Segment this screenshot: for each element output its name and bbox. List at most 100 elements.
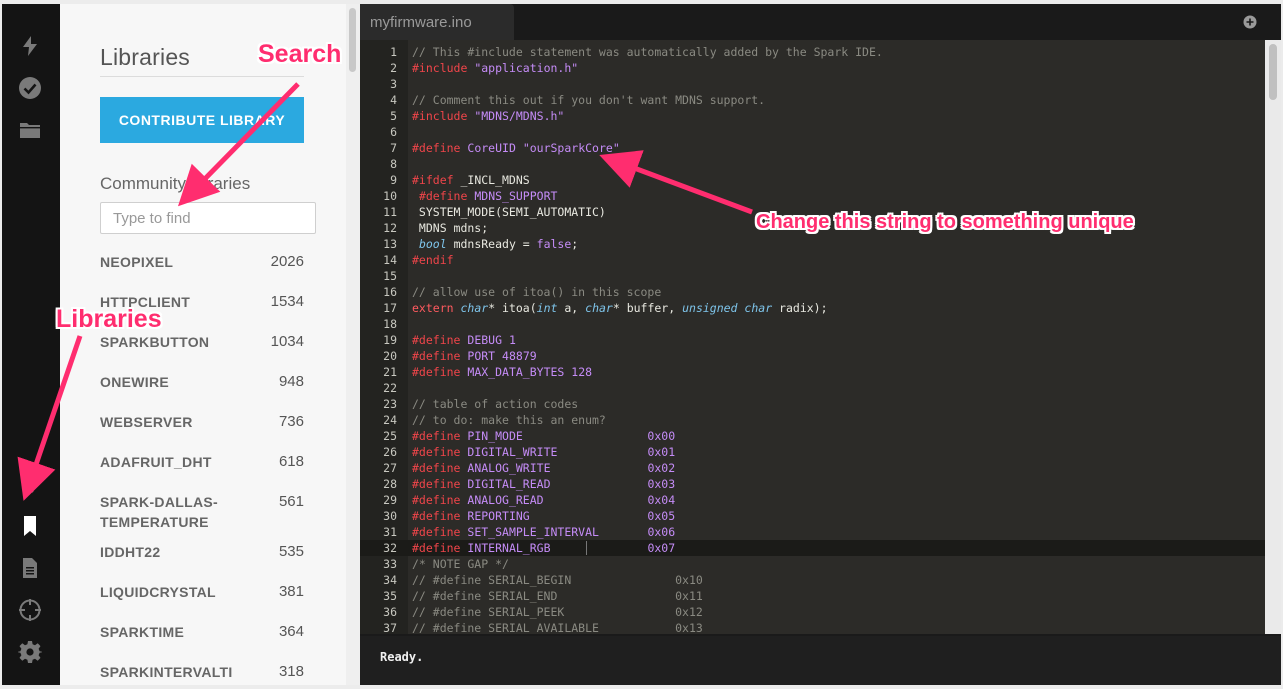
code-text: #include "MDNS/MDNS.h"	[412, 109, 565, 123]
line-number: 10	[383, 189, 397, 203]
library-item[interactable]: SPARK-DALLAS-TEMPERATURE 561	[100, 492, 304, 532]
code-line[interactable]: 7 #define CoreUID "ourSparkCore"	[360, 140, 1265, 156]
library-name: SPARKINTERVALTI	[100, 664, 233, 680]
library-item[interactable]: LIQUIDCRYSTAL 381	[100, 582, 304, 602]
code-text: #define REPORTING 0x05	[412, 509, 676, 523]
library-count: 2026	[270, 253, 304, 270]
line-number: 16	[383, 285, 397, 299]
target-crosshair-icon[interactable]	[16, 596, 44, 624]
code-line[interactable]: 5 #include "MDNS/MDNS.h"	[360, 108, 1265, 124]
line-number: 30	[383, 509, 397, 523]
tab-myfirmware[interactable]: myfirmware.ino	[360, 4, 514, 40]
code-line[interactable]: 16 // allow use of itoa() in this scope	[360, 284, 1265, 300]
code-line[interactable]: 18	[360, 316, 1265, 332]
code-line[interactable]: 29 #define ANALOG_READ 0x04	[360, 492, 1265, 508]
code-line[interactable]: 33 /* NOTE GAP */	[360, 556, 1265, 572]
code-text: #define MDNS_SUPPORT	[418, 189, 558, 203]
line-number: 24	[383, 413, 397, 427]
code-line[interactable]: 22	[360, 380, 1265, 396]
library-item[interactable]: ADAFRUIT_DHT 618	[100, 452, 304, 472]
line-number: 19	[383, 333, 397, 347]
verify-check-icon[interactable]	[16, 74, 44, 102]
community-libraries-label: Community libraries	[100, 174, 251, 193]
line-number: 27	[383, 461, 397, 475]
libraries-panel: Libraries CONTRIBUTE LIBRARY Community l…	[60, 4, 346, 685]
code-line[interactable]: 34 // #define SERIAL_BEGIN 0x10	[360, 572, 1265, 588]
libraries-bookmark-icon[interactable]	[16, 512, 44, 540]
line-number: 5	[390, 109, 397, 123]
libraries-scrollbar[interactable]	[346, 4, 360, 685]
code-text: #define DIGITAL_WRITE 0x01	[412, 445, 676, 459]
code-line[interactable]: 4 // Comment this out if you don't want M…	[360, 92, 1265, 108]
code-text: /* NOTE GAP */	[412, 557, 509, 571]
library-item[interactable]: ONEWIRE 948	[100, 372, 304, 392]
code-text: // #define SERIAL_BEGIN 0x10	[412, 573, 703, 587]
code-line[interactable]: 8	[360, 156, 1265, 172]
code-line[interactable]: 10 #define MDNS_SUPPORT	[360, 188, 1265, 204]
code-line[interactable]: 6	[360, 124, 1265, 140]
library-count: 1034	[270, 333, 304, 350]
contribute-library-button[interactable]: CONTRIBUTE LIBRARY	[100, 97, 304, 143]
code-line[interactable]: 9 #ifdef _INCL_MDNS	[360, 172, 1265, 188]
code-line[interactable]: 37 // #define SERIAL_AVAILABLE 0x13	[360, 620, 1265, 634]
code-line[interactable]: 15	[360, 268, 1265, 284]
code-text: #define SET_SAMPLE_INTERVAL 0x06	[412, 525, 676, 539]
code-line[interactable]: 13 bool mdnsReady = false;	[360, 236, 1265, 252]
library-item[interactable]: NEOPIXEL 2026	[100, 252, 304, 272]
code-line[interactable]: 23 // table of action codes	[360, 396, 1265, 412]
line-number: 25	[383, 429, 397, 443]
library-count: 318	[278, 663, 304, 680]
collapse-chevron-icon[interactable]	[16, 471, 44, 499]
code-line[interactable]: 17 extern char* itoa(int a, char* buffer,…	[360, 300, 1265, 316]
add-tab-plus-icon[interactable]	[1243, 15, 1257, 29]
library-count: 381	[278, 583, 304, 600]
code-line[interactable]: 2 #include "application.h"	[360, 60, 1265, 76]
code-line[interactable]: 27 #define ANALOG_WRITE 0x02	[360, 460, 1265, 476]
scrollbar-thumb[interactable]	[1269, 44, 1277, 100]
line-number: 2	[390, 61, 397, 75]
code-text: #define ANALOG_WRITE 0x02	[412, 461, 676, 475]
editor-scrollbar[interactable]	[1265, 40, 1281, 634]
code-line[interactable]: 14 #endif	[360, 252, 1265, 268]
spark-ide-window: Libraries CONTRIBUTE LIBRARY Community l…	[2, 4, 1281, 685]
line-number: 17	[383, 301, 397, 315]
code-text: #define INTERNAL_RGB 0x07	[412, 541, 676, 555]
code-line[interactable]: 21 #define MAX_DATA_BYTES 128	[360, 364, 1265, 380]
line-number: 4	[390, 93, 397, 107]
line-number: 6	[390, 125, 397, 139]
code-editor[interactable]: 1 // This #include statement was automati…	[360, 40, 1265, 634]
line-number: 33	[383, 557, 397, 571]
line-number: 21	[383, 365, 397, 379]
code-line[interactable]: 24 // to do: make this an enum?	[360, 412, 1265, 428]
flash-icon[interactable]	[16, 32, 44, 60]
code-line[interactable]: 1 // This #include statement was automati…	[360, 44, 1265, 60]
library-search-input[interactable]	[100, 202, 316, 234]
folder-icon[interactable]	[16, 116, 44, 144]
code-line[interactable]: 31 #define SET_SAMPLE_INTERVAL 0x06	[360, 524, 1265, 540]
code-line[interactable]: 32 #define INTERNAL_RGB 0x07	[360, 540, 1265, 556]
code-line[interactable]: 28 #define DIGITAL_READ 0x03	[360, 476, 1265, 492]
code-line[interactable]: 19 #define DEBUG 1	[360, 332, 1265, 348]
code-text: // #define SERIAL_AVAILABLE 0x13	[412, 621, 703, 634]
library-item[interactable]: IDDHT22 535	[100, 542, 304, 562]
settings-gear-icon[interactable]	[16, 638, 44, 666]
code-line[interactable]: 3	[360, 76, 1265, 92]
code-text: bool mdnsReady = false;	[418, 237, 579, 251]
code-text: #include "application.h"	[412, 61, 579, 75]
scrollbar-thumb[interactable]	[349, 8, 356, 72]
library-item[interactable]: WEBSERVER 736	[100, 412, 304, 432]
line-number: 28	[383, 477, 397, 491]
code-line[interactable]: 26 #define DIGITAL_WRITE 0x01	[360, 444, 1265, 460]
library-item[interactable]: SPARKINTERVALTI 318	[100, 662, 304, 682]
code-line[interactable]: 25 #define PIN_MODE 0x00	[360, 428, 1265, 444]
docs-file-icon[interactable]	[16, 554, 44, 582]
code-line[interactable]: 20 #define PORT 48879	[360, 348, 1265, 364]
code-line[interactable]: 35 // #define SERIAL_END 0x11	[360, 588, 1265, 604]
library-item[interactable]: SPARKTIME 364	[100, 622, 304, 642]
code-line[interactable]: 36 // #define SERIAL_PEEK 0x12	[360, 604, 1265, 620]
status-bar: Ready.	[360, 636, 1281, 685]
library-name: SPARKTIME	[100, 624, 185, 640]
code-text: // #define SERIAL_END 0x11	[412, 589, 703, 603]
library-item[interactable]: SPARKBUTTON 1034	[100, 332, 304, 352]
code-line[interactable]: 30 #define REPORTING 0x05	[360, 508, 1265, 524]
